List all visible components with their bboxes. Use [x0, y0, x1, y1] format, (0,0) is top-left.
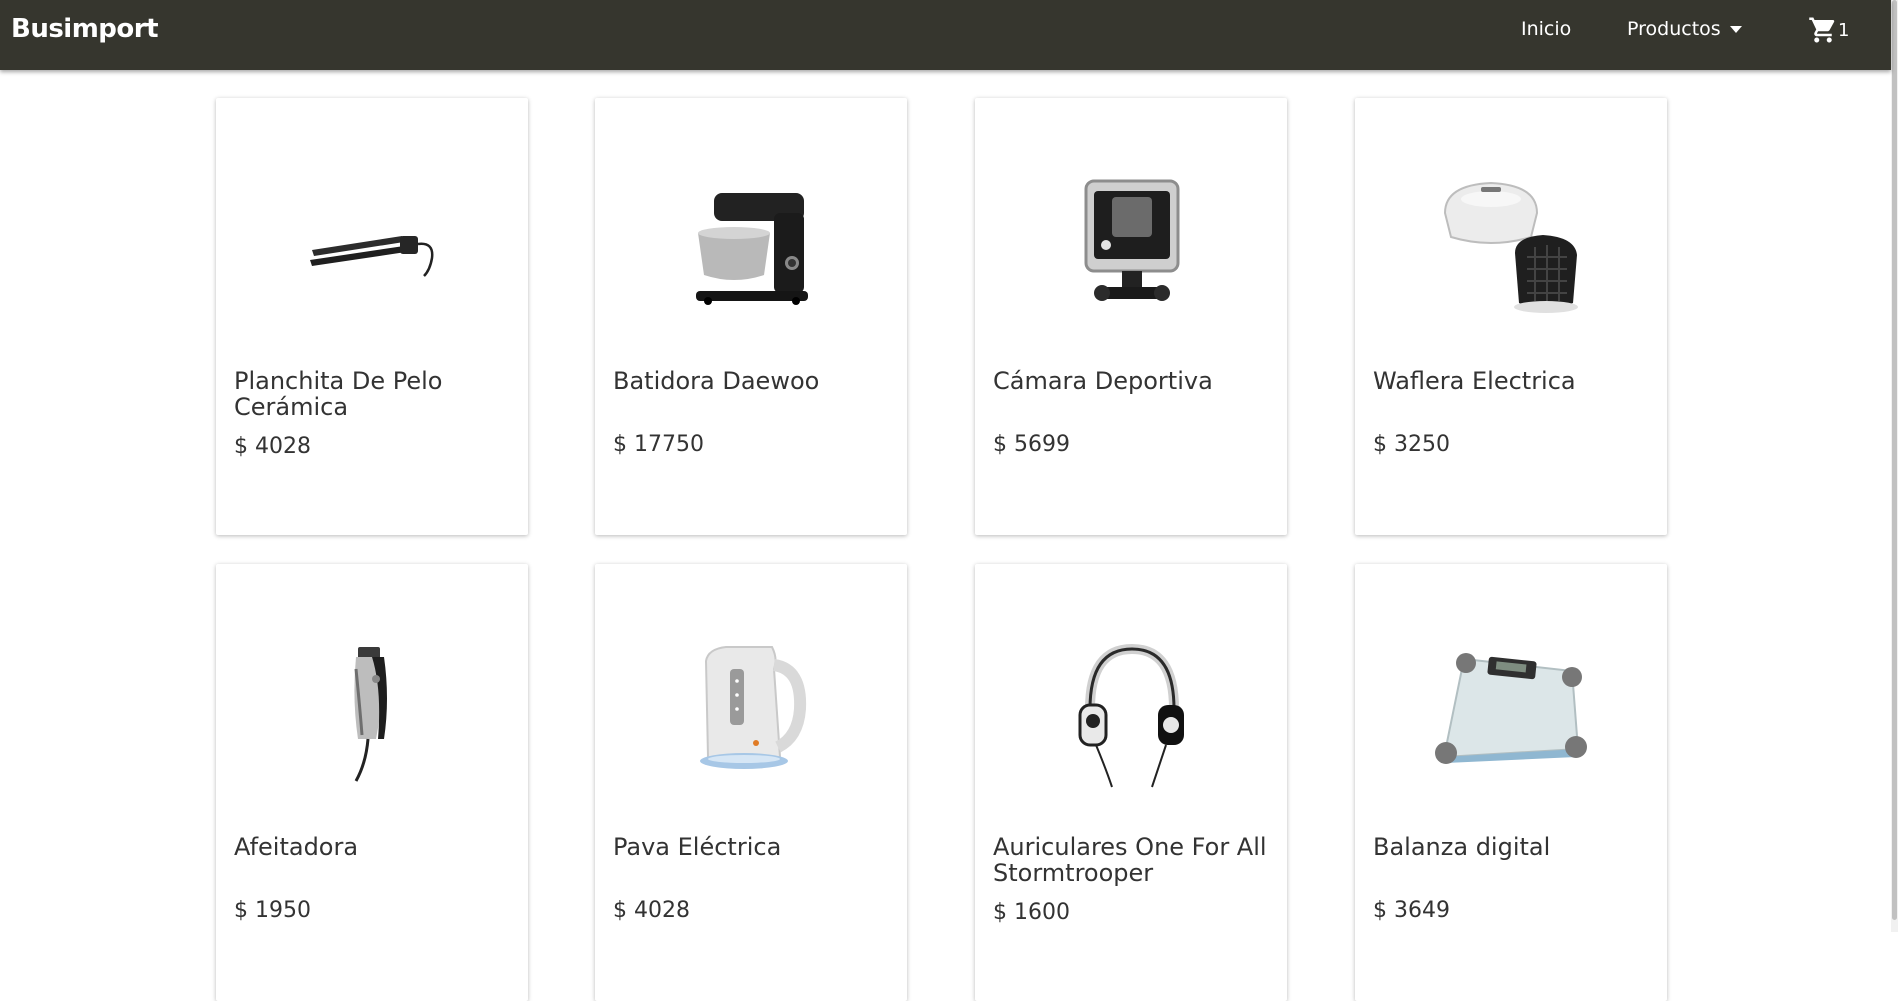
product-card[interactable]: Cámara Deportiva $ 5699 — [975, 98, 1287, 535]
cart-icon — [1809, 17, 1835, 43]
product-price: $ 3250 — [1373, 432, 1450, 457]
product-price: $ 4028 — [234, 434, 311, 459]
product-card[interactable]: Batidora Daewoo $ 17750 — [595, 98, 907, 535]
product-price: $ 17750 — [613, 432, 704, 457]
product-price: $ 1600 — [993, 900, 1070, 925]
stand-mixer-icon — [696, 193, 808, 305]
nav-dropdown-label: Productos — [1627, 18, 1721, 40]
product-card[interactable]: Auriculares One For All Stormtrooper $ 1… — [975, 564, 1287, 1001]
product-title[interactable]: Cámara Deportiva — [993, 368, 1278, 394]
product-price: $ 5699 — [993, 432, 1070, 457]
electric-kettle-icon — [700, 646, 807, 769]
cart-count-badge: 1 — [1838, 19, 1850, 41]
bathroom-scale-icon — [1435, 653, 1587, 764]
caret-down-icon — [1729, 26, 1742, 33]
action-camera-icon — [1084, 179, 1180, 301]
page-scrollbar[interactable] — [1891, 0, 1898, 932]
product-title[interactable]: Batidora Daewoo — [613, 368, 898, 394]
cart-button[interactable]: 1 — [1808, 15, 1849, 45]
product-card[interactable]: Pava Eléctrica $ 4028 — [595, 564, 907, 1001]
hair-straightener-icon — [310, 236, 434, 277]
product-title[interactable]: Balanza digital — [1373, 834, 1658, 860]
product-image — [975, 634, 1287, 794]
nav-link-inicio[interactable]: Inicio — [1521, 18, 1571, 40]
product-title[interactable]: Afeitadora — [234, 834, 519, 860]
product-card[interactable]: Afeitadora $ 1950 — [216, 564, 528, 1001]
waffle-maker-icon — [1443, 181, 1578, 313]
product-image — [1355, 634, 1667, 794]
product-image — [1355, 168, 1667, 328]
product-price: $ 4028 — [613, 898, 690, 923]
scrollbar-thumb[interactable] — [1892, 0, 1897, 920]
product-title[interactable]: Pava Eléctrica — [613, 834, 898, 860]
product-image — [595, 634, 907, 794]
product-price: $ 1950 — [234, 898, 311, 923]
nav-dropdown-productos[interactable]: Productos — [1627, 18, 1742, 40]
product-card[interactable]: Planchita De Pelo Cerámica $ 4028 — [216, 98, 528, 535]
product-title[interactable]: Auriculares One For All Stormtrooper — [993, 834, 1278, 886]
top-navbar: Busimport Inicio Productos 1 — [0, 0, 1891, 70]
hair-clipper-icon — [354, 647, 387, 782]
product-title[interactable]: Waflera Electrica — [1373, 368, 1658, 394]
product-title[interactable]: Planchita De Pelo Cerámica — [234, 368, 519, 420]
product-card[interactable]: Balanza digital $ 3649 — [1355, 564, 1667, 1001]
product-image — [216, 634, 528, 794]
product-image — [595, 168, 907, 328]
headphones-icon — [1078, 643, 1184, 788]
product-price: $ 3649 — [1373, 898, 1450, 923]
product-image — [216, 168, 528, 328]
product-card[interactable]: Waflera Electrica $ 3250 — [1355, 98, 1667, 535]
brand-logo[interactable]: Busimport — [11, 14, 159, 44]
product-image — [975, 168, 1287, 328]
